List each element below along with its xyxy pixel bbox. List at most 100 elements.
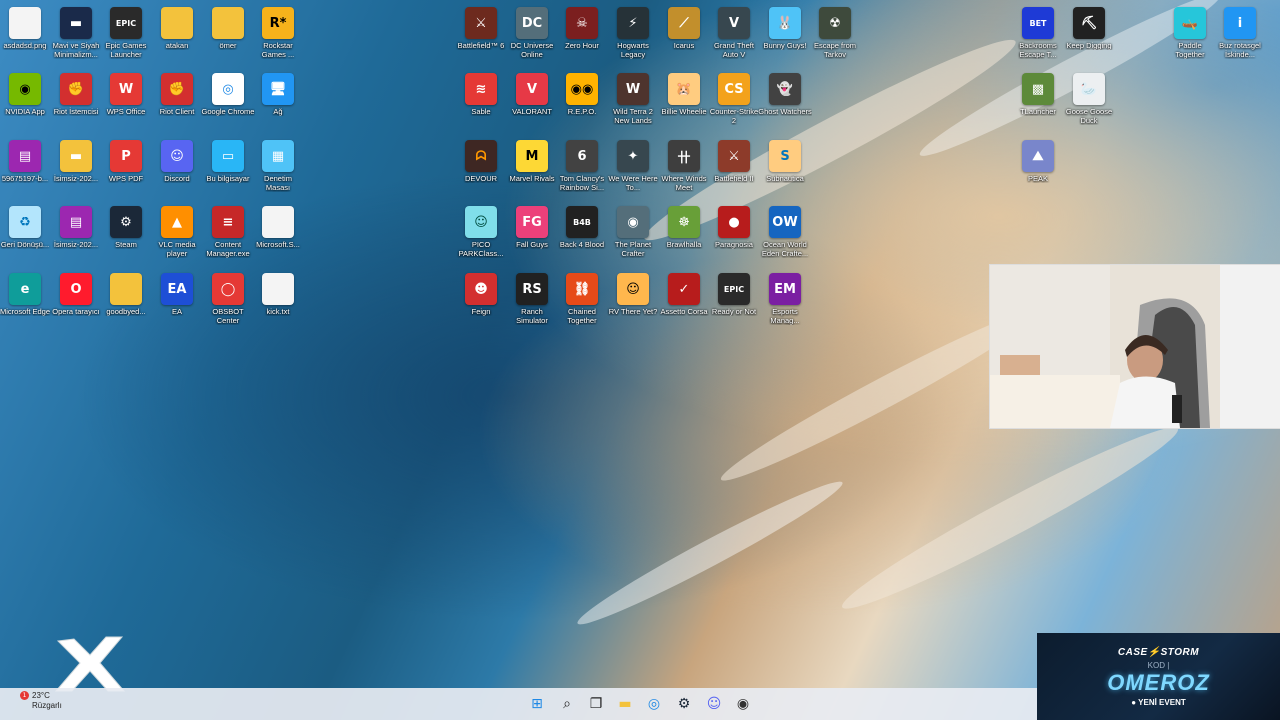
desktop-icon[interactable]: kick.txt [253,273,303,316]
desktop-icon[interactable]: 🐹 Billie Wheelie [659,73,709,116]
desktop-icon-label: Denetim Masası [264,174,292,192]
desktop-icon[interactable]: RS Ranch Simulator [507,273,557,325]
desktop-icon[interactable]: ◉ The Planet Crafter [608,206,658,258]
desktop-icon[interactable]: BET Backrooms Escape T... [1013,7,1063,59]
desktop-icon[interactable]: ⛓ Chained Together [557,273,607,325]
desktop-icon[interactable]: atakan [152,7,202,50]
app-icon: 👻 [769,73,801,105]
desktop-icon[interactable]: ⚙ Steam [101,206,151,249]
desktop-icon[interactable]: ᗣ DEVOUR [456,140,506,183]
desktop-icon-label: Bunny Guys! [763,41,807,50]
app-icon: ⛏ [1073,7,1105,39]
desktop-icon[interactable]: ▲ VLC media player [152,206,202,258]
desktop-icon[interactable]: ☺ PICO PARKClass... [456,206,506,258]
desktop-icon[interactable]: ✊ Riot Client [152,73,202,116]
desktop-icon[interactable]: ☠ Zero Hour [557,7,607,50]
desktop-icon[interactable]: i Buz rotasgel İskinde... [1215,7,1265,59]
desktop-icon[interactable]: ☻ Feign [456,273,506,316]
desktop-icon[interactable]: EA EA [152,273,202,316]
desktop-icon[interactable]: ▬ İsimsiz-202... [51,140,101,183]
desktop-icon[interactable]: asdadsd.png [0,7,50,50]
app-icon: OW [769,206,801,238]
desktop-icon[interactable]: ◎ Google Chrome [202,73,254,116]
desktop-icon[interactable]: ✦ We Were Here To... [608,140,658,192]
desktop-icon[interactable]: ≡ Content Manager.exe [203,206,253,258]
desktop-icon[interactable]: ☺ RV There Yet? [608,273,658,316]
desktop-icon[interactable]: ≋ Sable [456,73,506,116]
desktop-icon[interactable]: R* Rockstar Games ... [253,7,303,59]
desktop-icon[interactable]: ✊ Riot İstemcisi [51,73,101,116]
desktop-icon[interactable]: ⛏ Keep Digging [1064,7,1114,50]
desktop-icon-label: Marvel Rivals [509,174,555,183]
desktop-icon[interactable]: ● Paragnosia [709,206,759,249]
desktop-icon[interactable]: ⟋ Icarus [659,7,709,50]
desktop-icon[interactable]: ☸ Brawlhalla [659,206,709,249]
obs-icon[interactable]: ◉ [732,693,754,715]
desktop-icon[interactable]: goodbyed... [101,273,151,316]
desktop-icon[interactable]: 🖥 Ağ [253,73,303,116]
desktop-icon[interactable]: e Microsoft Edge [0,273,50,316]
desktop-icon[interactable]: P WPS PDF [101,140,151,183]
app-icon: ⚡ [617,7,649,39]
desktop-icon[interactable]: ⚔ Battlefield II [709,140,759,183]
desktop-icon[interactable]: ▤ İsimsiz-202... [51,206,101,249]
desktop-icon[interactable]: ⚡ Hogwarts Legacy [608,7,658,59]
desktop-icon-label: 59675197-b... [1,174,49,183]
desktop-icon[interactable]: ☺ Discord [152,140,202,183]
desktop-icon[interactable]: 卄 Where Winds Meet [659,140,709,192]
app-icon: ◉ [9,73,41,105]
desktop-icon[interactable]: 🐰 Bunny Guys! [760,7,810,50]
app-icon: 🛶 [1174,7,1206,39]
desktop-icon[interactable]: ▦ Denetim Masası [253,140,303,192]
app-icon: 卄 [668,140,700,172]
weather-widget[interactable]: 1 23°C Rüzgarlı [18,691,62,711]
desktop-icon[interactable]: ✓ Assetto Corsa [659,273,709,316]
chrome-icon[interactable]: ◎ [643,693,665,715]
desktop-icon[interactable]: ⛰ PEAK [1013,140,1063,183]
desktop-icon-label: Goose Goose Duck [1065,107,1113,125]
steam-icon[interactable]: ⚙ [673,693,695,715]
desktop-icon[interactable]: ömer [203,7,253,50]
desktop-icon[interactable]: 🦢 Goose Goose Duck [1064,73,1114,125]
desktop-icon[interactable]: 🛶 Paddle Together [1165,7,1215,59]
desktop-icon[interactable]: EPIC Epic Games Launcher [101,7,151,59]
desktop-icon[interactable]: FG Fall Guys [507,206,557,249]
desktop-icon[interactable]: ▭ Bu bilgisayar [203,140,253,183]
discord-icon[interactable]: ☺ [703,693,725,715]
desktop-icon[interactable]: EPIC Ready or Not [709,273,759,316]
desktop-icon[interactable]: ◉◉ R.E.P.O. [557,73,607,116]
desktop-icon[interactable]: M Marvel Rivals [507,140,557,183]
app-icon: ⟋ [668,7,700,39]
desktop-icon[interactable]: ▬ Mavi ve Siyah Minimalizm... [51,7,101,59]
desktop-icon[interactable]: B4B Back 4 Blood [557,206,607,249]
desktop-icon[interactable]: V Grand Theft Auto V [709,7,759,59]
desktop-icon[interactable]: ♻ Geri Dönüşü... [0,206,50,249]
desktop-icon[interactable]: CS Counter-Strike 2 [709,73,759,125]
task-view-icon[interactable]: ❐ [585,693,607,715]
app-icon [161,7,193,39]
search-icon[interactable]: ⌕ [556,693,578,715]
desktop-icon[interactable]: OW Ocean World Eden Crafte... [760,206,810,258]
desktop-icon[interactable]: ◯ OBSBOT Center [203,273,253,325]
desktop-icon[interactable]: EM Esports Manag... [760,273,810,325]
desktop-icon[interactable]: DC DC Universe Online [507,7,557,59]
weather-temp: 23°C [32,691,50,700]
desktop-icon[interactable]: ▩ TLauncher [1013,73,1063,116]
desktop-icon[interactable]: ▤ 59675197-b... [0,140,50,183]
desktop-icon[interactable]: ☢ Escape from Tarkov [810,7,860,59]
start-icon[interactable]: ⊞ [526,693,548,715]
desktop-icon[interactable]: Microsoft.S... [253,206,303,249]
desktop-icon[interactable]: 6 Tom Clancy's Rainbow Si... [557,140,607,192]
desktop-icon[interactable]: W WPS Office [101,73,151,116]
app-icon: ⛰ [1022,140,1054,172]
app-icon: RS [516,273,548,305]
desktop-icon[interactable]: ◉ NVIDIA App [0,73,50,116]
desktop-icon-label: DEVOUR [464,174,498,183]
desktop-icon[interactable]: 👻 Ghost Watchers [758,73,812,116]
desktop-icon[interactable]: O Opera tarayıcı [51,273,101,316]
desktop-icon[interactable]: W Wild Terra 2 New Lands [608,73,658,125]
file-explorer-icon[interactable]: ▬ [614,693,636,715]
desktop-icon[interactable]: V VALORANT [507,73,557,116]
desktop-icon[interactable]: ⚔ Battlefield™ 6 [456,7,506,50]
desktop-icon[interactable]: S Subnautica [760,140,810,183]
